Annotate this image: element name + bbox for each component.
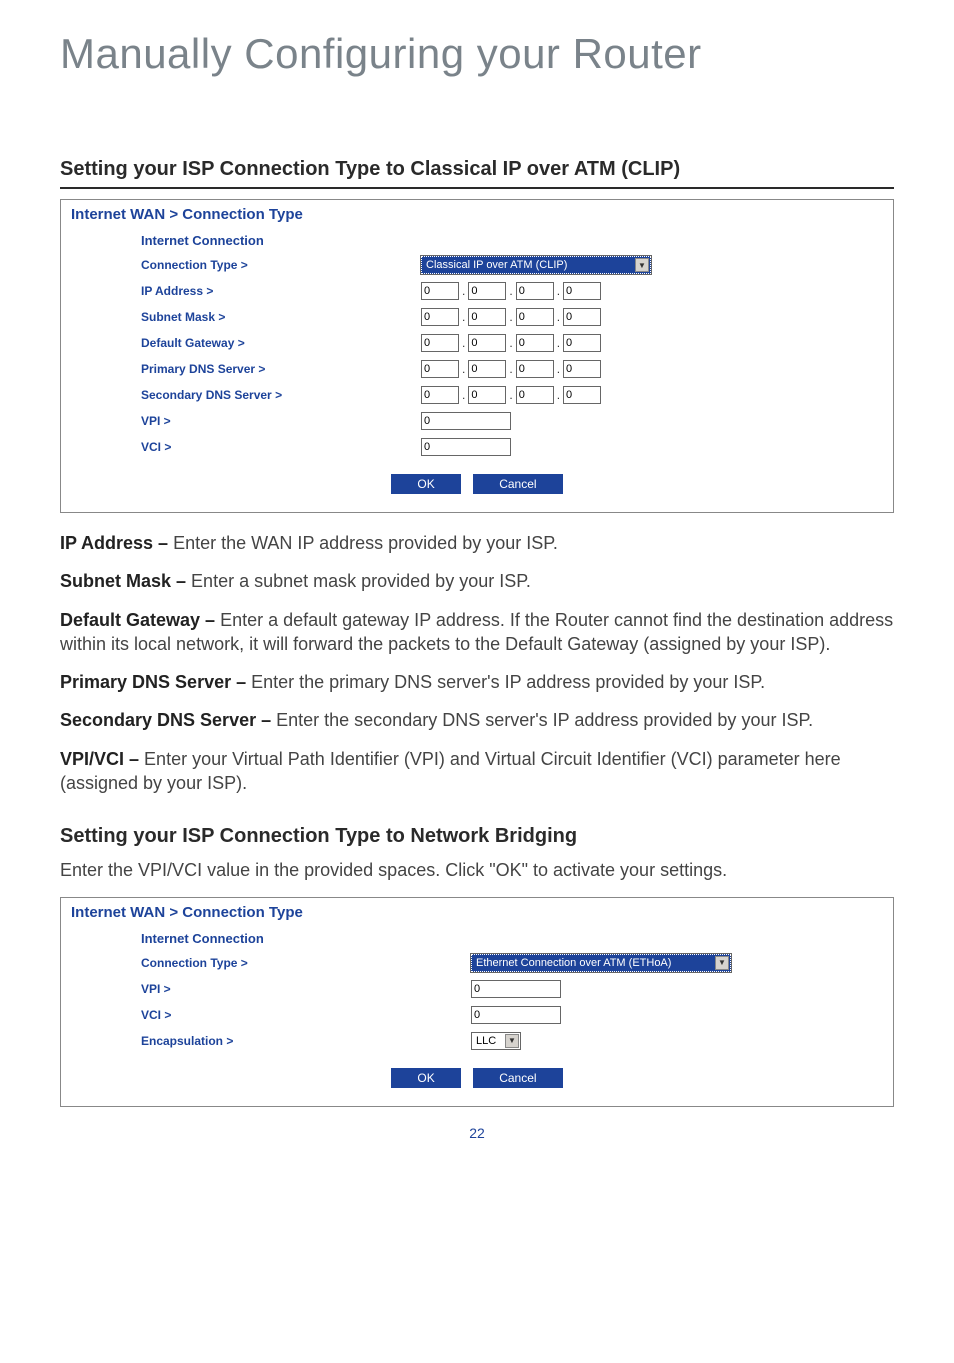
- subnet-octet-4[interactable]: [563, 308, 601, 326]
- page-title: Manually Configuring your Router: [60, 30, 894, 78]
- sdns-octet-2[interactable]: [468, 386, 506, 404]
- vci-label: VCI >: [141, 1008, 471, 1022]
- sdns-octet-3[interactable]: [516, 386, 554, 404]
- encapsulation-select[interactable]: LLC ▼: [471, 1032, 521, 1050]
- internet-connection-heading: Internet Connection: [141, 233, 883, 248]
- connection-type-value: Classical IP over ATM (CLIP): [426, 259, 567, 271]
- panel-bridging: Internet WAN > Connection Type Internet …: [60, 897, 894, 1107]
- gateway-octet-3[interactable]: [516, 334, 554, 352]
- panel-clip: Internet WAN > Connection Type Internet …: [60, 199, 894, 513]
- internet-connection-heading: Internet Connection: [141, 931, 883, 946]
- desc-primary-dns: Primary DNS Server – Enter the primary D…: [60, 670, 894, 694]
- sdns-octet-1[interactable]: [421, 386, 459, 404]
- encapsulation-label: Encapsulation >: [141, 1034, 471, 1048]
- sdns-octet-4[interactable]: [563, 386, 601, 404]
- subnet-octet-1[interactable]: [421, 308, 459, 326]
- connection-type-value: Ethernet Connection over ATM (ETHoA): [476, 957, 671, 969]
- connection-type-select[interactable]: Classical IP over ATM (CLIP) ▼: [421, 256, 651, 274]
- ok-button[interactable]: OK: [391, 474, 460, 494]
- pdns-octet-1[interactable]: [421, 360, 459, 378]
- chevron-down-icon: ▼: [505, 1034, 519, 1048]
- section-heading-clip: Setting your ISP Connection Type to Clas…: [60, 158, 894, 189]
- bridging-instruction: Enter the VPI/VCI value in the provided …: [60, 858, 894, 882]
- desc-secondary-dns: Secondary DNS Server – Enter the seconda…: [60, 708, 894, 732]
- subnet-octet-2[interactable]: [468, 308, 506, 326]
- encapsulation-value: LLC: [476, 1035, 496, 1047]
- gateway-octet-4[interactable]: [563, 334, 601, 352]
- connection-type-label: Connection Type >: [141, 258, 421, 272]
- connection-type-label: Connection Type >: [141, 956, 471, 970]
- vpi-label: VPI >: [141, 414, 421, 428]
- ip-octet-2[interactable]: [468, 282, 506, 300]
- ip-octet-1[interactable]: [421, 282, 459, 300]
- breadcrumb: Internet WAN > Connection Type: [71, 206, 883, 223]
- secondary-dns-label: Secondary DNS Server >: [141, 388, 421, 402]
- ip-octet-4[interactable]: [563, 282, 601, 300]
- desc-default-gateway: Default Gateway – Enter a default gatewa…: [60, 608, 894, 657]
- gateway-octet-1[interactable]: [421, 334, 459, 352]
- ip-address-label: IP Address >: [141, 284, 421, 298]
- ok-button[interactable]: OK: [391, 1068, 460, 1088]
- connection-type-select[interactable]: Ethernet Connection over ATM (ETHoA) ▼: [471, 954, 731, 972]
- chevron-down-icon: ▼: [715, 956, 729, 970]
- pdns-octet-2[interactable]: [468, 360, 506, 378]
- subnet-mask-label: Subnet Mask >: [141, 310, 421, 324]
- desc-vpi-vci: VPI/VCI – Enter your Virtual Path Identi…: [60, 747, 894, 796]
- default-gateway-label: Default Gateway >: [141, 336, 421, 350]
- vpi-label: VPI >: [141, 982, 471, 996]
- subnet-octet-3[interactable]: [516, 308, 554, 326]
- pdns-octet-3[interactable]: [516, 360, 554, 378]
- pdns-octet-4[interactable]: [563, 360, 601, 378]
- primary-dns-label: Primary DNS Server >: [141, 362, 421, 376]
- desc-ip-address: IP Address – Enter the WAN IP address pr…: [60, 531, 894, 555]
- cancel-button[interactable]: Cancel: [473, 1068, 562, 1088]
- desc-subnet-mask: Subnet Mask – Enter a subnet mask provid…: [60, 569, 894, 593]
- cancel-button[interactable]: Cancel: [473, 474, 562, 494]
- vpi-input[interactable]: [421, 412, 511, 430]
- page-number: 22: [60, 1125, 894, 1141]
- breadcrumb: Internet WAN > Connection Type: [71, 904, 883, 921]
- vci-label: VCI >: [141, 440, 421, 454]
- gateway-octet-2[interactable]: [468, 334, 506, 352]
- chevron-down-icon: ▼: [635, 258, 649, 272]
- vpi-input[interactable]: [471, 980, 561, 998]
- section-heading-bridging: Setting your ISP Connection Type to Netw…: [60, 825, 894, 848]
- ip-octet-3[interactable]: [516, 282, 554, 300]
- vci-input[interactable]: [471, 1006, 561, 1024]
- vci-input[interactable]: [421, 438, 511, 456]
